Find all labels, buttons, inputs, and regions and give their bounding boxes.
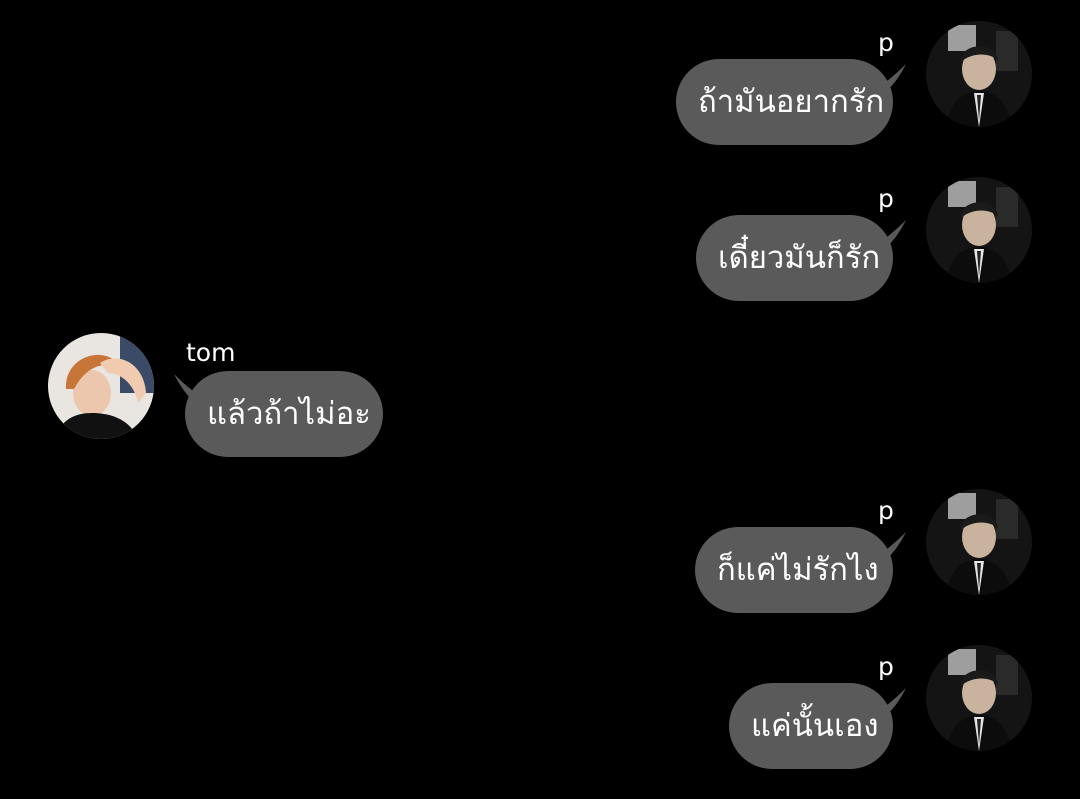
sender-name: p: [878, 652, 894, 681]
chat-message: p แค่นั้นเอง: [0, 0, 1080, 799]
avatar[interactable]: [926, 645, 1032, 751]
profile-photo-icon: [926, 645, 1032, 751]
message-bubble[interactable]: แค่นั้นเอง: [729, 683, 893, 769]
